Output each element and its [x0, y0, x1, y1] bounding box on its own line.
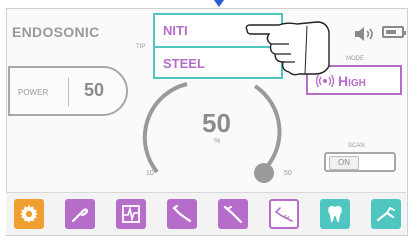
dial-max-label: 50 — [284, 170, 292, 177]
scan-state: ON — [329, 156, 359, 170]
endo-file-icon — [223, 205, 243, 224]
tool-button-tooth[interactable] — [320, 199, 350, 229]
perio-chart-icon — [122, 205, 140, 223]
endo-file-icon — [172, 204, 192, 223]
tool-button-endo-2[interactable] — [218, 199, 248, 229]
tool-button-scaler[interactable] — [65, 199, 95, 229]
tool-button-settings[interactable] — [14, 199, 44, 229]
tool-button-restorative[interactable] — [371, 199, 401, 229]
pointing-hand-icon — [245, 21, 330, 76]
tool-button-endo-3[interactable] — [269, 199, 299, 229]
dial-value: 50 — [202, 108, 231, 138]
scan-toggle[interactable]: ON — [324, 152, 396, 172]
dial-arc-right — [253, 84, 282, 172]
dial-unit: % — [214, 138, 221, 145]
tool-button-endo-1[interactable] — [167, 199, 197, 229]
gear-icon — [20, 205, 38, 223]
tool-button-perio[interactable] — [116, 199, 146, 229]
endo-file-icon — [275, 207, 293, 222]
dial-min-label: 10 — [146, 170, 154, 177]
tooth-icon — [328, 206, 342, 223]
scan-label: SCAN — [348, 143, 365, 149]
scaler-tip-icon — [71, 208, 89, 223]
restorative-tip-icon — [376, 206, 395, 222]
mode-value: High — [338, 73, 366, 89]
mode-label: MODE — [346, 56, 364, 62]
dial-knob[interactable] — [254, 163, 274, 183]
dial-arc — [142, 82, 188, 174]
